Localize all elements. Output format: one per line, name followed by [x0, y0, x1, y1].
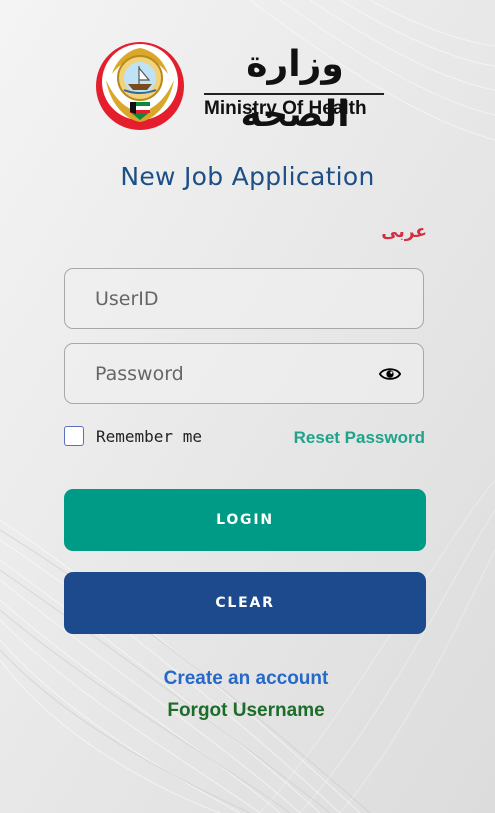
login-page: وزارة الصحة Ministry Of Health New Job A…: [0, 0, 495, 813]
logo-divider: [204, 93, 384, 95]
page-title: New Job Application: [120, 162, 375, 191]
remember-me-label: Remember me: [96, 427, 202, 446]
language-toggle-link[interactable]: عربى: [381, 222, 427, 242]
login-button[interactable]: LOGIN: [64, 489, 426, 551]
ministry-logo: وزارة الصحة Ministry Of Health: [92, 40, 392, 135]
kuwait-emblem-icon: [96, 42, 184, 130]
password-field[interactable]: [64, 343, 424, 404]
userid-field[interactable]: [64, 268, 424, 329]
password-input[interactable]: [65, 344, 423, 403]
reset-password-link[interactable]: Reset Password: [294, 428, 425, 448]
clear-button[interactable]: CLEAR: [64, 572, 426, 634]
ministry-name-english: Ministry Of Health: [204, 98, 367, 119]
userid-input[interactable]: [65, 269, 423, 328]
ministry-name-arabic: وزارة الصحة: [240, 44, 350, 135]
forgot-username-link[interactable]: Forgot Username: [0, 700, 492, 722]
remember-me-checkbox[interactable]: [64, 426, 84, 446]
create-account-link[interactable]: Create an account: [0, 668, 492, 690]
eye-icon[interactable]: [379, 365, 401, 383]
